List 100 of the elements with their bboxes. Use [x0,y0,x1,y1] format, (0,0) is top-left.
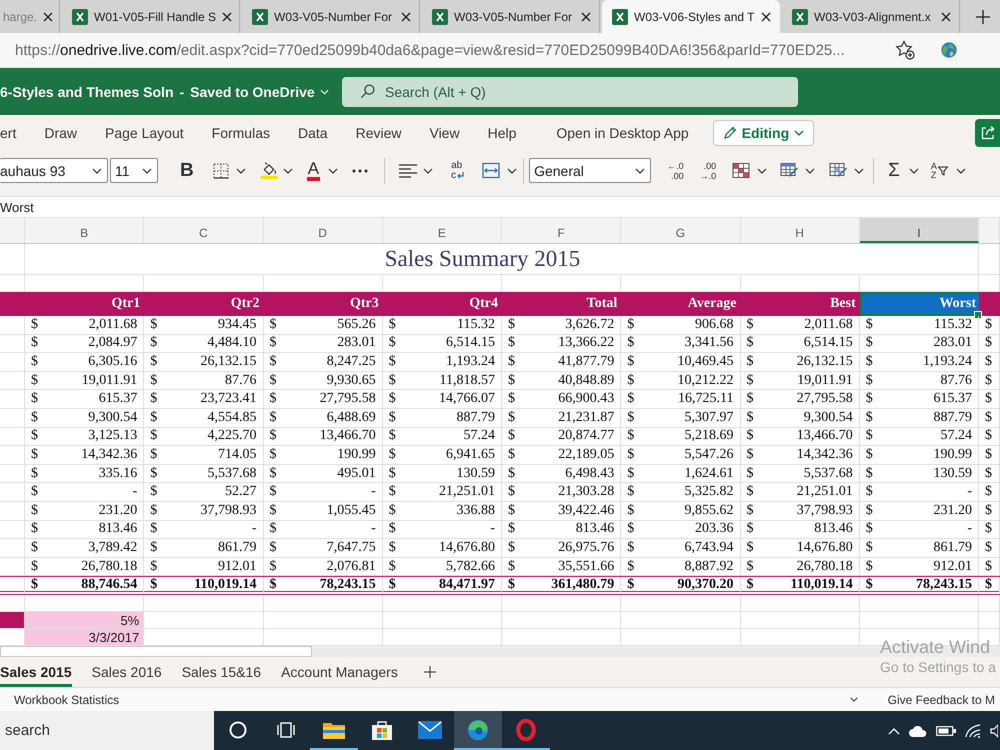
globe-icon[interactable] [940,41,958,59]
column-header[interactable]: I [860,218,979,243]
fill-handle[interactable] [974,311,982,319]
chevron-icon[interactable] [282,168,293,174]
swirl-icon[interactable] [466,718,490,741]
currency-sign: $ [627,558,634,575]
ribbon-tab[interactable]: Draw [44,118,78,148]
total-value: 110,019.14 [194,577,256,594]
chevron-icon[interactable] [757,168,768,174]
add-sheet-icon[interactable] [424,666,436,678]
currency-sign: $ [388,484,396,500]
cloud-icon[interactable] [909,724,927,737]
close-icon[interactable] [43,12,54,22]
wifi-icon[interactable] [965,724,981,738]
close-icon[interactable] [222,12,232,22]
fill-color-icon[interactable] [260,162,278,179]
column-header[interactable]: D [264,218,383,243]
share-button[interactable] [975,118,1000,146]
currency-sign: $ [985,446,992,463]
cell-value: 4,225.70 [208,428,256,444]
open-desktop-button[interactable]: Open in Desktop App [556,124,689,140]
sheet-tab[interactable]: Sales 2016 [92,657,162,688]
task-view-icon[interactable] [277,720,295,739]
chevron-icon[interactable] [956,168,966,174]
scrollbar-thumb[interactable] [0,646,312,658]
chevron-up-icon[interactable] [888,726,900,735]
font-name-field[interactable]: auhaus 93 [0,158,108,183]
wrap-text-button[interactable]: ab c [451,160,466,180]
battery-icon[interactable] [936,726,956,736]
browser-tab[interactable]: W03-V06-Styles and T [602,0,780,33]
cell-value: 13,466.70 [320,428,376,444]
align-left-icon[interactable] [399,164,418,178]
taskbar-search-field[interactable]: search [0,711,214,750]
ribbon-tab[interactable]: Review [356,118,402,148]
column-header[interactable]: G [621,218,740,243]
font-size-field[interactable]: 11 [110,158,158,183]
currency-sign: $ [508,354,515,370]
sum-button[interactable]: Σ [888,160,900,182]
ribbon-tab[interactable]: ert [0,118,16,148]
search-field[interactable]: Search (Alt + Q) [342,76,798,106]
sheet-tab[interactable]: Account Managers [281,657,398,688]
ring-icon[interactable] [515,718,537,741]
column-header[interactable]: E [382,218,502,243]
number-format-field[interactable]: General [529,158,652,183]
circle-icon[interactable] [229,720,247,739]
currency-sign: $ [866,540,873,556]
chevron-icon[interactable] [908,168,919,174]
feedback-link[interactable]: Give Feedback to M [888,692,995,707]
column-header[interactable]: B [25,218,144,243]
cell-styles-icon[interactable] [829,162,848,179]
chevron-icon[interactable] [850,697,858,702]
favorite-add-icon[interactable] [895,40,915,60]
selected-cell[interactable]: Worst [860,292,979,316]
currency-sign: $ [746,428,754,444]
decrease-decimal-button[interactable]: ←.0 .00 [667,160,684,180]
ribbon-tab[interactable]: View [429,118,460,148]
table-cell[interactable]: 5% [25,612,144,628]
merge-cells-icon[interactable] [482,162,500,179]
taskbar-button[interactable] [454,711,502,750]
shopping-bag-icon[interactable] [371,718,393,741]
editing-mode-button[interactable]: Editing [712,120,814,146]
currency-sign: $ [150,502,158,519]
more-icon[interactable] [352,168,368,172]
ribbon-tab[interactable]: Help [488,118,516,148]
chevron-icon[interactable] [328,168,338,174]
status-text[interactable]: Workbook Statistics [14,692,120,707]
close-icon[interactable] [401,12,411,22]
increase-decimal-button[interactable]: .00 →.0 [700,160,716,180]
bold-button[interactable]: B [180,160,194,182]
ribbon-tab[interactable]: Data [298,118,328,148]
chevron-icon[interactable] [854,168,864,174]
chevron-icon[interactable] [423,168,434,174]
conditional-formatting-icon[interactable] [732,162,750,179]
close-icon[interactable] [581,12,591,22]
cell-value: 6,488.69 [326,410,376,426]
sheet-tab[interactable]: Sales 15&16 [182,657,262,688]
column-header[interactable]: C [144,218,264,243]
spreadsheet-icon [72,8,88,24]
formula-field[interactable]: Worst [0,200,34,214]
plus-icon[interactable] [976,10,990,24]
sort-filter-button[interactable]: A Z [930,162,948,180]
ribbon-tab[interactable]: Formulas [212,118,270,148]
close-icon[interactable] [941,12,951,22]
spreadsheet-icon [792,8,808,24]
close-icon[interactable] [761,12,771,22]
column-header[interactable]: F [502,218,622,243]
chevron-icon[interactable] [805,168,816,174]
save-status-button[interactable]: Saved to OneDrive [190,84,329,100]
font-color-button[interactable]: A [306,160,320,181]
chevron-icon[interactable] [507,168,518,174]
cell-value: 19,011.91 [82,372,138,389]
borders-icon[interactable] [212,162,229,178]
speaker-icon[interactable] [990,724,998,738]
cell-value: 5,537.68 [208,466,256,482]
mail-icon[interactable] [418,718,442,741]
ribbon-tab[interactable]: Page Layout [105,118,184,148]
table-cell[interactable]: 3/3/2017 [25,629,144,646]
chevron-icon[interactable] [236,168,246,174]
format-table-icon[interactable] [780,162,798,179]
currency-sign: $ [508,410,515,426]
